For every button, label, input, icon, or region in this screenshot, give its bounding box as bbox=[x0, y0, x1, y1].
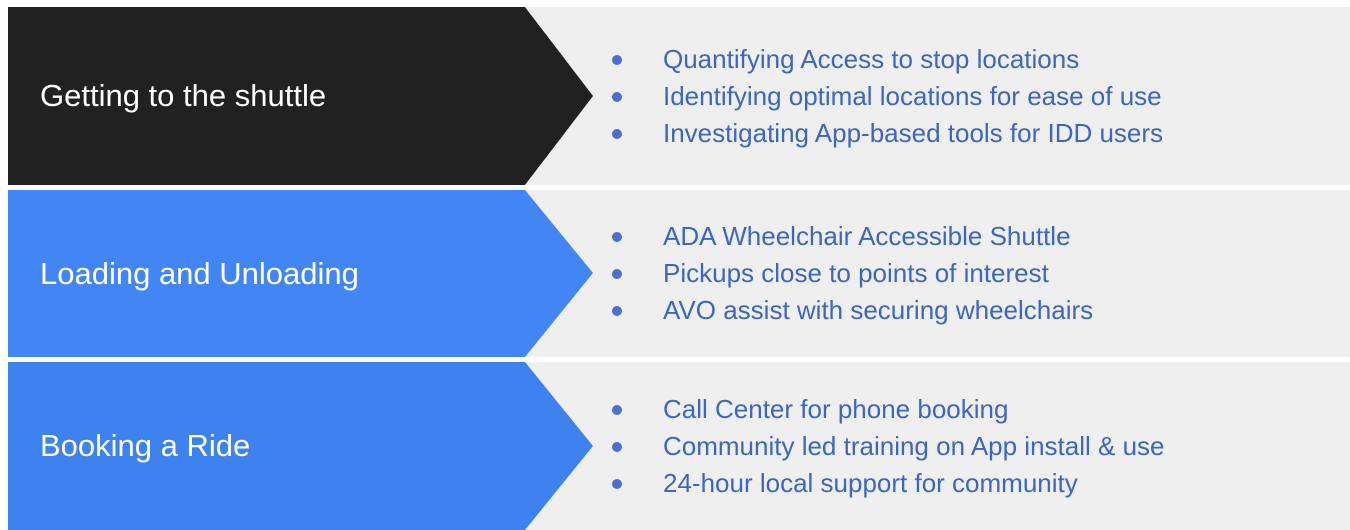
bullet-text: Pickups close to points of interest bbox=[663, 258, 1049, 288]
bullet-item: Identifying optimal locations for ease o… bbox=[588, 78, 1163, 115]
bullet-dot-icon bbox=[612, 54, 622, 65]
bullet-item: AVO assist with securing wheelchairs bbox=[588, 292, 1093, 329]
bullet-dot-icon bbox=[612, 478, 622, 489]
bullet-dot-icon bbox=[612, 404, 622, 415]
bullet-text: Community led training on App install & … bbox=[663, 430, 1165, 461]
row-getting-to-shuttle: Getting to the shuttle Quantifying Acces… bbox=[8, 7, 1350, 185]
bullet-dot-icon bbox=[612, 441, 622, 452]
row-title: Loading and Unloading bbox=[40, 255, 359, 291]
bullet-list: Call Center for phone booking Community … bbox=[588, 362, 1165, 530]
bullet-list: ADA Wheelchair Accessible Shuttle Pickup… bbox=[588, 190, 1093, 357]
bullet-dot-icon bbox=[612, 91, 622, 102]
bullet-text: Investigating App-based tools for IDD us… bbox=[663, 117, 1164, 148]
bullet-dot-icon bbox=[612, 306, 622, 316]
bullet-item: Quantifying Access to stop locations bbox=[588, 41, 1163, 78]
bullet-text: AVO assist with securing wheelchairs bbox=[663, 295, 1094, 325]
bullet-dot-icon bbox=[612, 232, 622, 242]
bullet-item: Pickups close to points of interest bbox=[588, 255, 1093, 292]
row-title: Booking a Ride bbox=[40, 428, 251, 463]
bullet-list: Quantifying Access to stop locations Ide… bbox=[588, 7, 1163, 185]
bullet-text: Call Center for phone booking bbox=[663, 393, 1009, 424]
bullet-item: Investigating App-based tools for IDD us… bbox=[588, 115, 1163, 152]
process-diagram: Getting to the shuttle Quantifying Acces… bbox=[0, 0, 1350, 530]
row-booking-a-ride: Booking a Ride Call Center for phone boo… bbox=[8, 362, 1350, 530]
row-loading-unloading: Loading and Unloading ADA Wheelchair Acc… bbox=[8, 190, 1350, 357]
bullet-text: 24-hour local support for community bbox=[663, 467, 1078, 498]
bullet-dot-icon bbox=[612, 269, 622, 279]
bullet-dot-icon bbox=[612, 128, 622, 139]
bullet-item: ADA Wheelchair Accessible Shuttle bbox=[588, 218, 1093, 255]
row-title: Getting to the shuttle bbox=[40, 78, 327, 113]
bullet-text: Identifying optimal locations for ease o… bbox=[663, 80, 1162, 111]
bullet-item: Community led training on App install & … bbox=[588, 428, 1165, 465]
bullet-text: ADA Wheelchair Accessible Shuttle bbox=[663, 221, 1071, 251]
bullet-item: Call Center for phone booking bbox=[588, 391, 1165, 428]
bullet-item: 24-hour local support for community bbox=[588, 465, 1165, 502]
bullet-text: Quantifying Access to stop locations bbox=[663, 43, 1080, 74]
